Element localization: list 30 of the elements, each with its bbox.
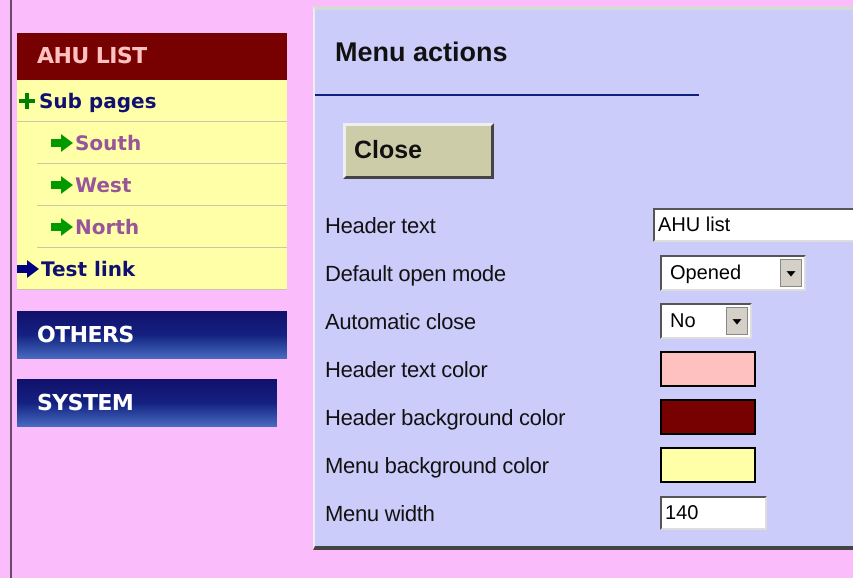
- text-field[interactable]: AHU list: [653, 208, 853, 242]
- field-label: Menu width: [324, 500, 436, 528]
- arrow-icon: [17, 260, 39, 278]
- menu-item[interactable]: West: [75, 170, 132, 200]
- caret-icon: [726, 307, 748, 335]
- color-swatch[interactable]: [660, 351, 756, 387]
- arrow-icon: [51, 134, 73, 152]
- menu-header[interactable]: SYSTEM: [17, 379, 277, 427]
- caret-icon: [780, 259, 802, 287]
- field-label: Menu background color: [324, 452, 550, 480]
- close-button[interactable]: Close: [343, 123, 494, 179]
- field-label: Header text: [324, 212, 437, 240]
- dropdown[interactable]: No: [660, 303, 752, 339]
- field-label: Default open mode: [324, 260, 507, 288]
- menu-header[interactable]: AHU LIST: [17, 33, 287, 80]
- field-label: Automatic close: [324, 308, 477, 336]
- dropdown[interactable]: Opened: [660, 255, 806, 291]
- menu-item[interactable]: North: [75, 212, 140, 242]
- arrow-icon: [51, 176, 73, 194]
- plus-icon: [19, 92, 35, 108]
- menu-item[interactable]: South: [75, 128, 142, 158]
- field-label: Header background color: [324, 404, 566, 432]
- menu-header[interactable]: OTHERS: [17, 311, 287, 359]
- arrow-icon: [51, 218, 73, 236]
- text-field[interactable]: 140: [660, 496, 767, 530]
- color-swatch[interactable]: [660, 399, 756, 435]
- field-label: Header text color: [324, 356, 488, 384]
- color-swatch[interactable]: [660, 447, 756, 483]
- menu-item[interactable]: Sub pages: [17, 80, 287, 122]
- panel-title: Menu actions: [335, 36, 508, 69]
